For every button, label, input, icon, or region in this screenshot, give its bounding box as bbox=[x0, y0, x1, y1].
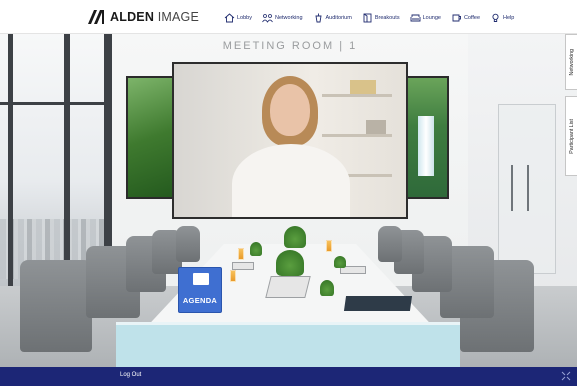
alden-logo-mark-icon bbox=[88, 10, 104, 24]
table-plant bbox=[320, 280, 334, 296]
drink-glass bbox=[326, 240, 332, 252]
chair bbox=[20, 260, 92, 352]
drink-glass bbox=[230, 270, 236, 282]
agenda-button[interactable]: AGENDA bbox=[178, 267, 222, 313]
book bbox=[350, 80, 376, 94]
participant-list-tab[interactable]: Participant List bbox=[565, 96, 577, 176]
nav-networking-label: Networking bbox=[275, 15, 303, 21]
bulb-icon bbox=[492, 13, 499, 22]
cup-icon bbox=[452, 14, 461, 22]
house-icon bbox=[224, 13, 235, 23]
door-handle bbox=[527, 165, 529, 211]
alden-image-logo[interactable]: ALDEN IMAGE bbox=[88, 7, 199, 27]
room-title: MEETING ROOM | 1 bbox=[222, 40, 358, 52]
nav-coffee[interactable]: Coffee bbox=[451, 13, 480, 23]
main-nav: Lobby Networking Auditorium Breakouts Lo… bbox=[224, 9, 524, 27]
meeting-room-scene: MEETING ROOM | 1 AGENDA Networking Parti… bbox=[0, 34, 577, 367]
shelf bbox=[322, 134, 392, 137]
nav-coffee-label: Coffee bbox=[463, 15, 481, 21]
table-plant bbox=[276, 250, 304, 276]
breakout-icon bbox=[363, 13, 372, 23]
door-handle bbox=[511, 165, 513, 211]
nav-breakouts-label: Breakouts bbox=[374, 15, 400, 21]
glass-door bbox=[498, 104, 556, 274]
networking-tab[interactable]: Networking bbox=[565, 34, 577, 90]
presenter-body bbox=[232, 144, 350, 217]
book bbox=[366, 120, 386, 134]
window-mullion bbox=[8, 34, 13, 302]
laptop bbox=[265, 276, 311, 298]
logout-button[interactable]: Log Out bbox=[120, 372, 141, 378]
nav-help-label: Help bbox=[503, 15, 515, 21]
presenter-video bbox=[174, 64, 406, 217]
shelf bbox=[322, 94, 392, 97]
plant-wall-panel bbox=[126, 76, 176, 199]
table-plant bbox=[250, 242, 262, 256]
participant-list-tab-label: Participant List bbox=[568, 118, 575, 154]
bottom-bar: Log Out bbox=[0, 367, 577, 386]
nav-lounge-label: Lounge bbox=[422, 15, 441, 21]
nav-auditorium-label: Auditorium bbox=[325, 15, 352, 21]
sofa-icon bbox=[410, 14, 421, 22]
presenter-face bbox=[270, 84, 310, 136]
table-plant bbox=[334, 256, 346, 268]
expand-icon[interactable] bbox=[561, 371, 571, 381]
table-front bbox=[116, 322, 460, 367]
chair bbox=[176, 226, 200, 262]
nav-help[interactable]: Help bbox=[490, 13, 514, 23]
nav-lobby[interactable]: Lobby bbox=[224, 13, 252, 23]
nav-networking[interactable]: Networking bbox=[262, 13, 303, 23]
people-icon bbox=[262, 14, 273, 23]
waterfall-panel bbox=[402, 76, 449, 199]
logo-text-light: IMAGE bbox=[154, 10, 200, 24]
calendar-icon bbox=[193, 273, 209, 285]
podium-icon bbox=[314, 13, 322, 23]
table-plant bbox=[284, 226, 306, 248]
logo-text: ALDEN bbox=[110, 10, 155, 24]
window-mullion bbox=[0, 102, 112, 105]
agenda-label: AGENDA bbox=[182, 296, 218, 305]
laptop bbox=[232, 262, 254, 270]
drink-glass bbox=[238, 248, 244, 260]
nav-lobby-label: Lobby bbox=[237, 15, 252, 21]
nav-lounge[interactable]: Lounge bbox=[410, 13, 441, 23]
waterfall bbox=[418, 116, 434, 176]
nav-auditorium[interactable]: Auditorium bbox=[313, 13, 352, 23]
video-screen[interactable] bbox=[172, 62, 408, 219]
networking-tab-label: Networking bbox=[568, 48, 575, 76]
notebook bbox=[343, 296, 413, 311]
top-header: ALDEN IMAGE Lobby Networking Auditorium … bbox=[0, 0, 577, 34]
nav-breakouts[interactable]: Breakouts bbox=[362, 13, 400, 23]
chair bbox=[378, 226, 402, 262]
